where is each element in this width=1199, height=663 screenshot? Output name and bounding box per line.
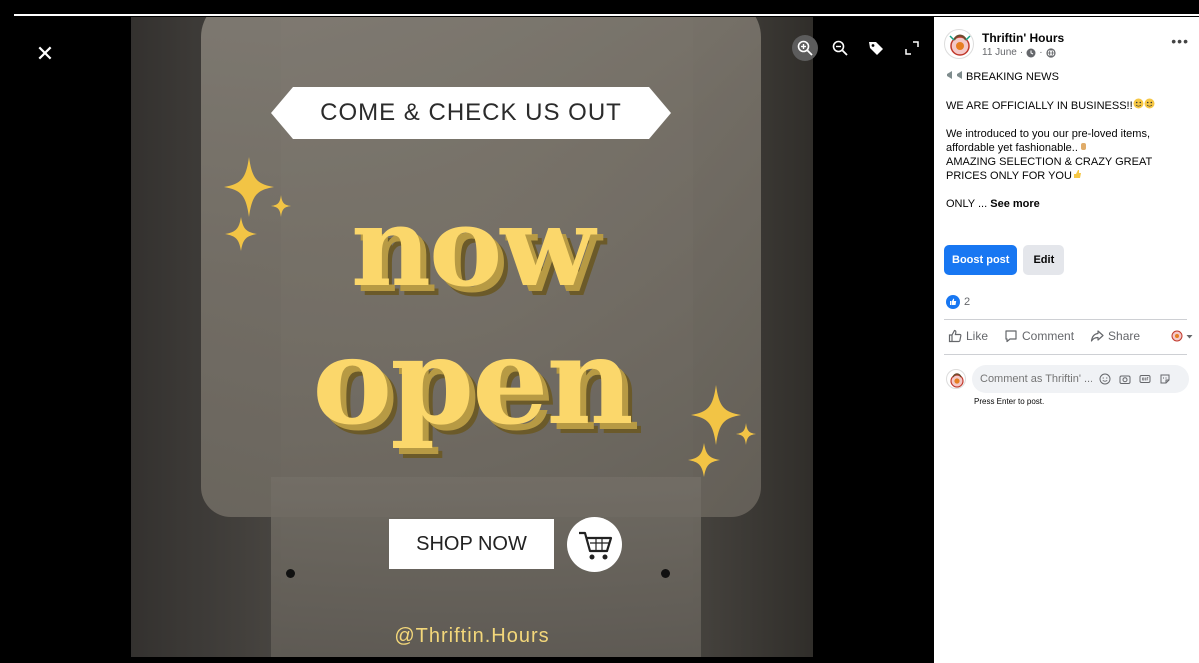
viewer-toolbar — [792, 35, 926, 61]
shop-now-label: SHOP NOW — [389, 519, 554, 569]
smiley-icon — [1099, 373, 1111, 385]
top-border — [14, 14, 1199, 16]
photo-viewer-window: ✕ COME & CHECK US OUT now open SHOP NOW … — [0, 0, 1199, 663]
megaphone-emoji-icon — [947, 71, 952, 79]
zoom-out-button[interactable] — [826, 35, 854, 61]
gif-icon — [1139, 375, 1151, 383]
post-line-intro: We introduced to you our pre-loved items… — [946, 128, 1151, 154]
post-line-breaking: BREAKING NEWS — [966, 71, 1059, 83]
zoom-out-icon — [832, 40, 848, 56]
post-line-amazing: AMAZING SELECTION & CRAZY GREAT PRICES O… — [946, 156, 1152, 182]
page-name-link[interactable]: Thriftin' Hours — [982, 31, 1064, 45]
caret-down-icon — [1186, 334, 1193, 338]
reaction-identity-selector[interactable] — [1170, 329, 1193, 343]
thumb-emoji-icon — [1073, 170, 1081, 178]
reaction-summary[interactable]: 2 — [946, 295, 970, 309]
share-button[interactable]: Share — [1090, 329, 1140, 343]
party-emoji-icon — [1144, 98, 1155, 109]
page-logo-icon — [950, 373, 964, 388]
thumbs-up-outline-icon — [948, 329, 962, 343]
meta-separator: · — [1039, 47, 1043, 58]
thumbs-up-icon — [950, 298, 957, 305]
comment-input[interactable] — [980, 373, 1092, 385]
post-text: BREAKING NEWS WE ARE OFFICIALLY IN BUSIN… — [946, 70, 1186, 225]
headline-now: now — [350, 182, 595, 311]
sticker-button[interactable] — [1158, 372, 1172, 386]
post-side-panel: Thriftin' Hours 11 June · · ••• BREAKING… — [934, 17, 1199, 663]
post-actions: Boost post Edit — [944, 245, 1065, 275]
camera-button[interactable] — [1118, 372, 1132, 386]
megaphone-emoji-icon — [957, 71, 962, 79]
close-button[interactable]: ✕ — [30, 39, 60, 69]
like-reaction-icon — [946, 295, 960, 309]
photo-handle: @Thriftin.Hours — [394, 625, 550, 647]
clock-icon — [1026, 48, 1036, 57]
photo-banner: COME & CHECK US OUT — [271, 87, 671, 139]
comment-box — [972, 365, 1189, 393]
commenter-avatar — [946, 369, 966, 389]
photo-viewer: ✕ COME & CHECK US OUT now open SHOP NOW … — [10, 17, 934, 657]
page-avatar-small-icon — [1171, 330, 1183, 342]
globe-icon[interactable] — [1045, 47, 1056, 58]
zoom-in-icon — [797, 40, 813, 56]
press-enter-hint: Press Enter to post. — [974, 397, 1045, 406]
sticker-icon — [1160, 374, 1170, 384]
tag-photo-button[interactable] — [862, 35, 890, 61]
post-date[interactable]: 11 June — [982, 47, 1017, 58]
divider — [944, 354, 1187, 355]
zoom-in-button[interactable] — [792, 35, 818, 61]
like-button[interactable]: Like — [948, 329, 988, 343]
cart-badge — [567, 517, 622, 572]
comment-label: Comment — [1022, 329, 1075, 343]
post-header: Thriftin' Hours 11 June · · ••• — [944, 29, 1189, 63]
post-meta: 11 June · · — [982, 47, 1056, 58]
close-icon: ✕ — [35, 41, 55, 66]
edit-button[interactable]: Edit — [1023, 245, 1065, 275]
post-line-official: WE ARE OFFICIALLY IN BUSINESS!! — [946, 100, 1133, 112]
reaction-count: 2 — [964, 296, 971, 308]
gif-button[interactable] — [1138, 372, 1152, 386]
page-avatar[interactable] — [944, 29, 974, 59]
comment-bubble-icon — [1005, 330, 1017, 343]
post-photo[interactable]: COME & CHECK US OUT now open SHOP NOW @T… — [131, 17, 813, 657]
banner-text: COME & CHECK US OUT — [320, 99, 622, 126]
fullscreen-icon — [905, 41, 919, 55]
party-emoji-icon — [1133, 98, 1144, 109]
headline-open: open — [312, 311, 634, 452]
see-more-link[interactable]: See more — [990, 198, 1040, 210]
emoji-button[interactable] — [1098, 372, 1112, 386]
boost-post-button[interactable]: Boost post — [944, 245, 1018, 275]
reaction-bar: Like Comment Share — [948, 329, 1193, 343]
page-logo-icon — [949, 34, 971, 56]
share-arrow-icon — [1090, 330, 1104, 342]
hand-emoji-icon — [1080, 143, 1086, 150]
photo-dot — [286, 569, 295, 578]
like-label: Like — [966, 329, 989, 343]
divider — [944, 319, 1187, 320]
camera-icon — [1119, 375, 1131, 384]
comment-composer — [946, 365, 1189, 393]
tag-icon — [869, 42, 883, 55]
post-options-button[interactable]: ••• — [1171, 33, 1189, 49]
comment-button[interactable]: Comment — [1004, 329, 1074, 343]
shopping-cart-icon — [579, 531, 613, 560]
post-line-only: ONLY ... — [946, 198, 988, 210]
photo-dot — [661, 569, 670, 578]
meta-separator: · — [1019, 47, 1024, 58]
fullscreen-button[interactable] — [898, 35, 926, 61]
share-label: Share — [1108, 329, 1141, 343]
